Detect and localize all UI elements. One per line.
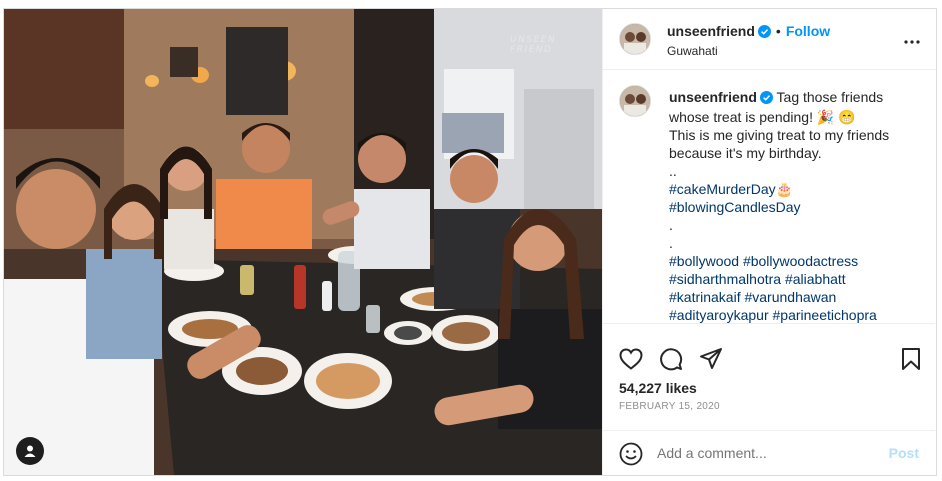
caption-text: unseenfriend Tag those friends whose tre… bbox=[669, 88, 901, 323]
heart-icon bbox=[619, 348, 643, 370]
verified-badge-icon bbox=[757, 25, 771, 43]
hashtag-link[interactable]: #blowingCandlesDay bbox=[669, 198, 901, 216]
caption-tag-row-1: #cakeMurderDay🎂 bbox=[669, 180, 901, 198]
post-photo[interactable]: UNSEEN FRIEND bbox=[4, 9, 602, 475]
share-icon bbox=[700, 348, 722, 369]
photo-watermark: UNSEEN FRIEND bbox=[510, 35, 557, 55]
caption-line-1: unseenfriend Tag those friends whose tre… bbox=[669, 88, 901, 126]
header-separator: • bbox=[775, 23, 781, 39]
action-section: 54,227 likes FEBRUARY 15, 2020 Post bbox=[603, 323, 935, 476]
header-location[interactable]: Guwahati bbox=[667, 44, 718, 58]
header-avatar[interactable] bbox=[619, 23, 651, 55]
hashtag-line[interactable]: #katrinakaif #varundhawan bbox=[669, 288, 901, 306]
caption-section: unseenfriend Tag those friends whose tre… bbox=[603, 69, 935, 323]
save-button[interactable] bbox=[901, 347, 921, 376]
post-side-panel: unseenfriend • Follow Guwahati unseenfri… bbox=[602, 9, 936, 475]
caption-message-2: This is me giving treat to my friends be… bbox=[669, 127, 890, 161]
post-header: unseenfriend • Follow Guwahati bbox=[603, 9, 936, 70]
caption-avatar[interactable] bbox=[619, 85, 651, 117]
avatar-image bbox=[620, 86, 650, 116]
likes-count[interactable]: 54,227 likes bbox=[619, 380, 697, 396]
more-options-button[interactable] bbox=[904, 31, 920, 49]
comment-button[interactable] bbox=[659, 347, 683, 376]
header-username[interactable]: unseenfriend bbox=[667, 23, 755, 39]
avatar-image bbox=[620, 24, 650, 54]
comment-input[interactable] bbox=[657, 445, 877, 461]
hashtag-link[interactable]: #cakeMurderDay bbox=[669, 181, 776, 197]
caption-dot: . bbox=[669, 217, 673, 233]
user-tag-icon bbox=[24, 445, 36, 457]
user-tag-button[interactable] bbox=[16, 437, 44, 465]
verified-badge-icon bbox=[759, 90, 773, 108]
post-comment-button[interactable]: Post bbox=[889, 445, 919, 461]
caption-username[interactable]: unseenfriend bbox=[669, 89, 757, 105]
post-card: UNSEEN FRIEND unseenfriend • Follow Guwaha… bbox=[3, 8, 937, 476]
comment-icon bbox=[660, 348, 683, 371]
emoji-icon bbox=[619, 442, 643, 466]
emoji-button[interactable] bbox=[619, 442, 643, 471]
follow-button[interactable]: Follow bbox=[786, 23, 830, 39]
post-date[interactable]: FEBRUARY 15, 2020 bbox=[619, 401, 720, 412]
bookmark-icon bbox=[902, 348, 920, 370]
hashtag-line[interactable]: #sidharthmalhotra #aliabhatt bbox=[669, 270, 901, 288]
like-button[interactable] bbox=[619, 348, 643, 375]
comment-bar: Post bbox=[603, 430, 935, 477]
photo-illustration bbox=[4, 9, 602, 475]
header-title-row: unseenfriend • Follow bbox=[667, 23, 830, 43]
share-button[interactable] bbox=[699, 347, 723, 376]
caption-dot: . bbox=[669, 235, 673, 251]
more-horizontal-icon bbox=[904, 40, 920, 44]
cake-emoji: 🎂 bbox=[775, 181, 794, 197]
hashtag-line[interactable]: #adityaroykapur #parineetichopra bbox=[669, 306, 901, 323]
hashtag-line[interactable]: #bollywood #bollywoodactress bbox=[669, 252, 901, 270]
caption-dots: .. bbox=[669, 163, 677, 179]
